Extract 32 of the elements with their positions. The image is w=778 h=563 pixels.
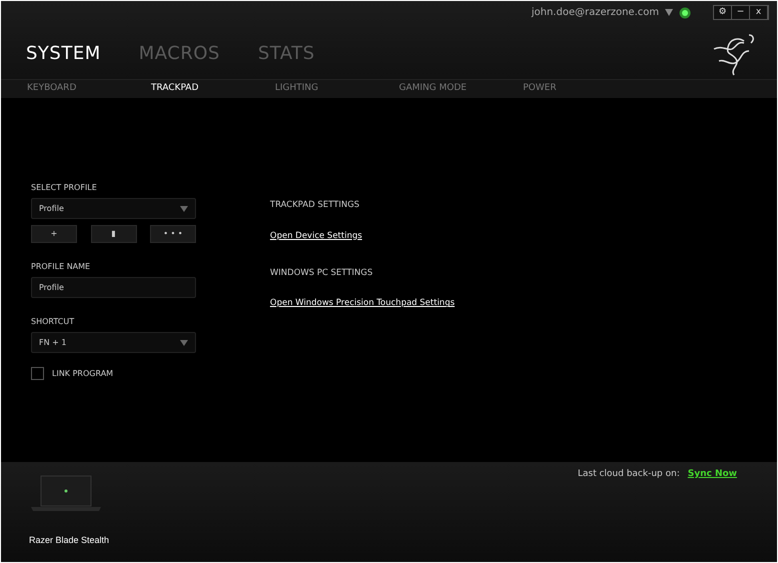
sub-tab[interactable]: GAMING MODE <box>373 82 497 96</box>
delete-button[interactable]: ▮ <box>90 225 136 243</box>
sub-tab[interactable]: POWER <box>497 82 621 96</box>
sub-tab[interactable]: TRACKPAD <box>125 82 249 96</box>
caret-icon <box>180 340 188 346</box>
field-label: PROFILE NAME <box>31 261 92 273</box>
settings-link[interactable]: Open Windows Precision Touchpad Settings <box>270 297 455 310</box>
more-button[interactable]: • • • <box>150 225 196 243</box>
section-heading: WINDOWS PC SETTINGS <box>270 266 374 280</box>
caret-icon[interactable] <box>665 9 673 16</box>
sub-tab[interactable]: KEYBOARD <box>1 82 125 96</box>
caret-icon <box>180 206 188 212</box>
account-email[interactable]: john.doe@razerzone.com <box>531 5 659 20</box>
minimize-button[interactable]: − <box>732 6 750 19</box>
laptop-icon[interactable] <box>29 474 103 512</box>
add-button[interactable]: + <box>31 225 77 243</box>
backup-label: Last cloud back-up on: <box>578 468 680 481</box>
device-name: Razer Blade Stealth <box>29 534 110 547</box>
shortcut-dropdown[interactable]: FN + 1 <box>31 332 196 353</box>
sub-tab[interactable]: LIGHTING <box>249 82 373 96</box>
settings-link[interactable]: Open Device Settings <box>270 230 362 242</box>
checkbox-label: LINK PROGRAM <box>52 368 114 380</box>
profile-dropdown[interactable]: Profile <box>31 198 196 219</box>
main-tab[interactable]: SYSTEM <box>26 40 101 67</box>
settings-button[interactable]: ⚙ <box>714 6 732 19</box>
field-label: SHORTCUT <box>31 316 76 328</box>
checkbox[interactable] <box>31 367 44 380</box>
section-heading: TRACKPAD SETTINGS <box>270 199 360 212</box>
profile-name-field[interactable]: Profile <box>31 277 196 298</box>
close-button[interactable]: x <box>750 6 768 19</box>
field-label: SELECT PROFILE <box>31 182 98 194</box>
sync-link[interactable]: Sync Now <box>688 468 737 482</box>
